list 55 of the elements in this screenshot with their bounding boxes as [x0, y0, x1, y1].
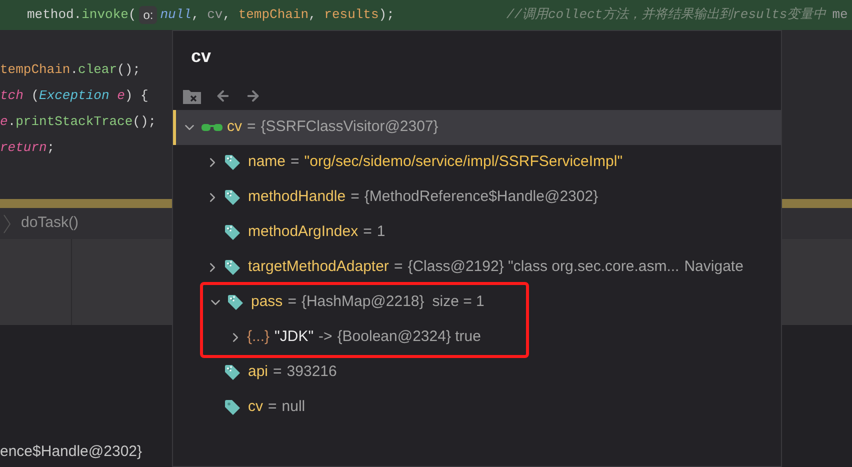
navigate-link[interactable]: Navigate [684, 256, 744, 279]
variable-value: "org/sec/sidemo/service/impl/SSRFServiceImpl" [304, 152, 623, 172]
variable-name: api [248, 362, 268, 382]
variable-value: ence$Handle@2302} [0, 442, 144, 462]
code-text: return; [0, 139, 55, 158]
operator-sign: = [290, 152, 300, 172]
code-comment: //调用collect方法，并将结果输出到results变量中 [506, 6, 826, 24]
tree-row[interactable]: name = "org/sec/sidemo/service/impl/SSRFServiceImpl" [173, 145, 781, 180]
tree-row[interactable]: cv = null [173, 390, 781, 425]
variable-name: cv [248, 397, 263, 418]
variable-value: 393216 [286, 362, 337, 382]
size-label: size = 1 [432, 292, 484, 312]
variable-value: 1 [376, 222, 386, 242]
operator-sign: = [394, 257, 403, 278]
popup-title: cv [191, 45, 212, 68]
variable-name: targetMethodAdapter [248, 257, 389, 278]
operator-sign: = [273, 362, 282, 382]
operator-sign: = [350, 187, 360, 208]
glasses-icon [201, 122, 223, 132]
tree-row[interactable]: pass = {HashMap@2218} size = 1 [203, 285, 526, 320]
breadcrumb-separator-icon [3, 214, 11, 234]
tree-row[interactable]: targetMethodAdapter = {Class@2192} "class org.sec.core.asm... Navigate [173, 250, 781, 285]
operator-sign: = [363, 222, 372, 242]
parameter-hint: o: [139, 6, 158, 24]
tree-row[interactable]: api = 393216 [173, 355, 781, 390]
tree-row[interactable]: methodArgIndex = 1 [173, 215, 781, 250]
code-text: tch (Exception e) { [0, 87, 148, 106]
variable-value: {SSRFClassVisitor@2307} [260, 117, 438, 138]
variable-name: pass [251, 292, 283, 312]
variable-value: {Class@2192} "class org.sec.core.asm... [408, 257, 680, 278]
entry-icon: {...} [247, 326, 270, 349]
variable-name: name [248, 152, 286, 172]
variable-name: methodHandle [248, 187, 346, 208]
code-text: e.printStackTrace(); [0, 113, 156, 132]
variable-value: {HashMap@2218} [301, 292, 424, 312]
tree-row[interactable]: {...} "JDK" -> {Boolean@2324} true [203, 320, 526, 355]
operator-sign: -> [318, 327, 332, 348]
code-text: null, cv, tempChain, results); [160, 6, 394, 24]
variable-name: "JDK" [274, 327, 314, 348]
variable-name: cv [227, 117, 242, 138]
folder-x-icon[interactable] [183, 88, 201, 104]
variable-name: methodArgIndex [248, 222, 358, 242]
variable-value: {MethodReference$Handle@2302} [364, 187, 598, 208]
code-text: tempChain.clear(); [0, 61, 140, 80]
variable-value: null [282, 397, 306, 418]
variable-value: {Boolean@2324} true [337, 327, 481, 348]
code-text: method.invoke( [27, 6, 136, 24]
operator-sign: = [288, 292, 296, 312]
breadcrumb-item[interactable]: doTask() [21, 212, 79, 235]
operator-sign: = [268, 397, 277, 418]
forward-arrow-icon[interactable] [245, 88, 261, 104]
operator-sign: = [247, 117, 256, 138]
code-text: me [832, 6, 848, 24]
tree-row[interactable]: methodHandle = {MethodReference$Handle@2302} [173, 180, 781, 215]
tree-row[interactable]: cv = {SSRFClassVisitor@2307} [173, 110, 781, 145]
